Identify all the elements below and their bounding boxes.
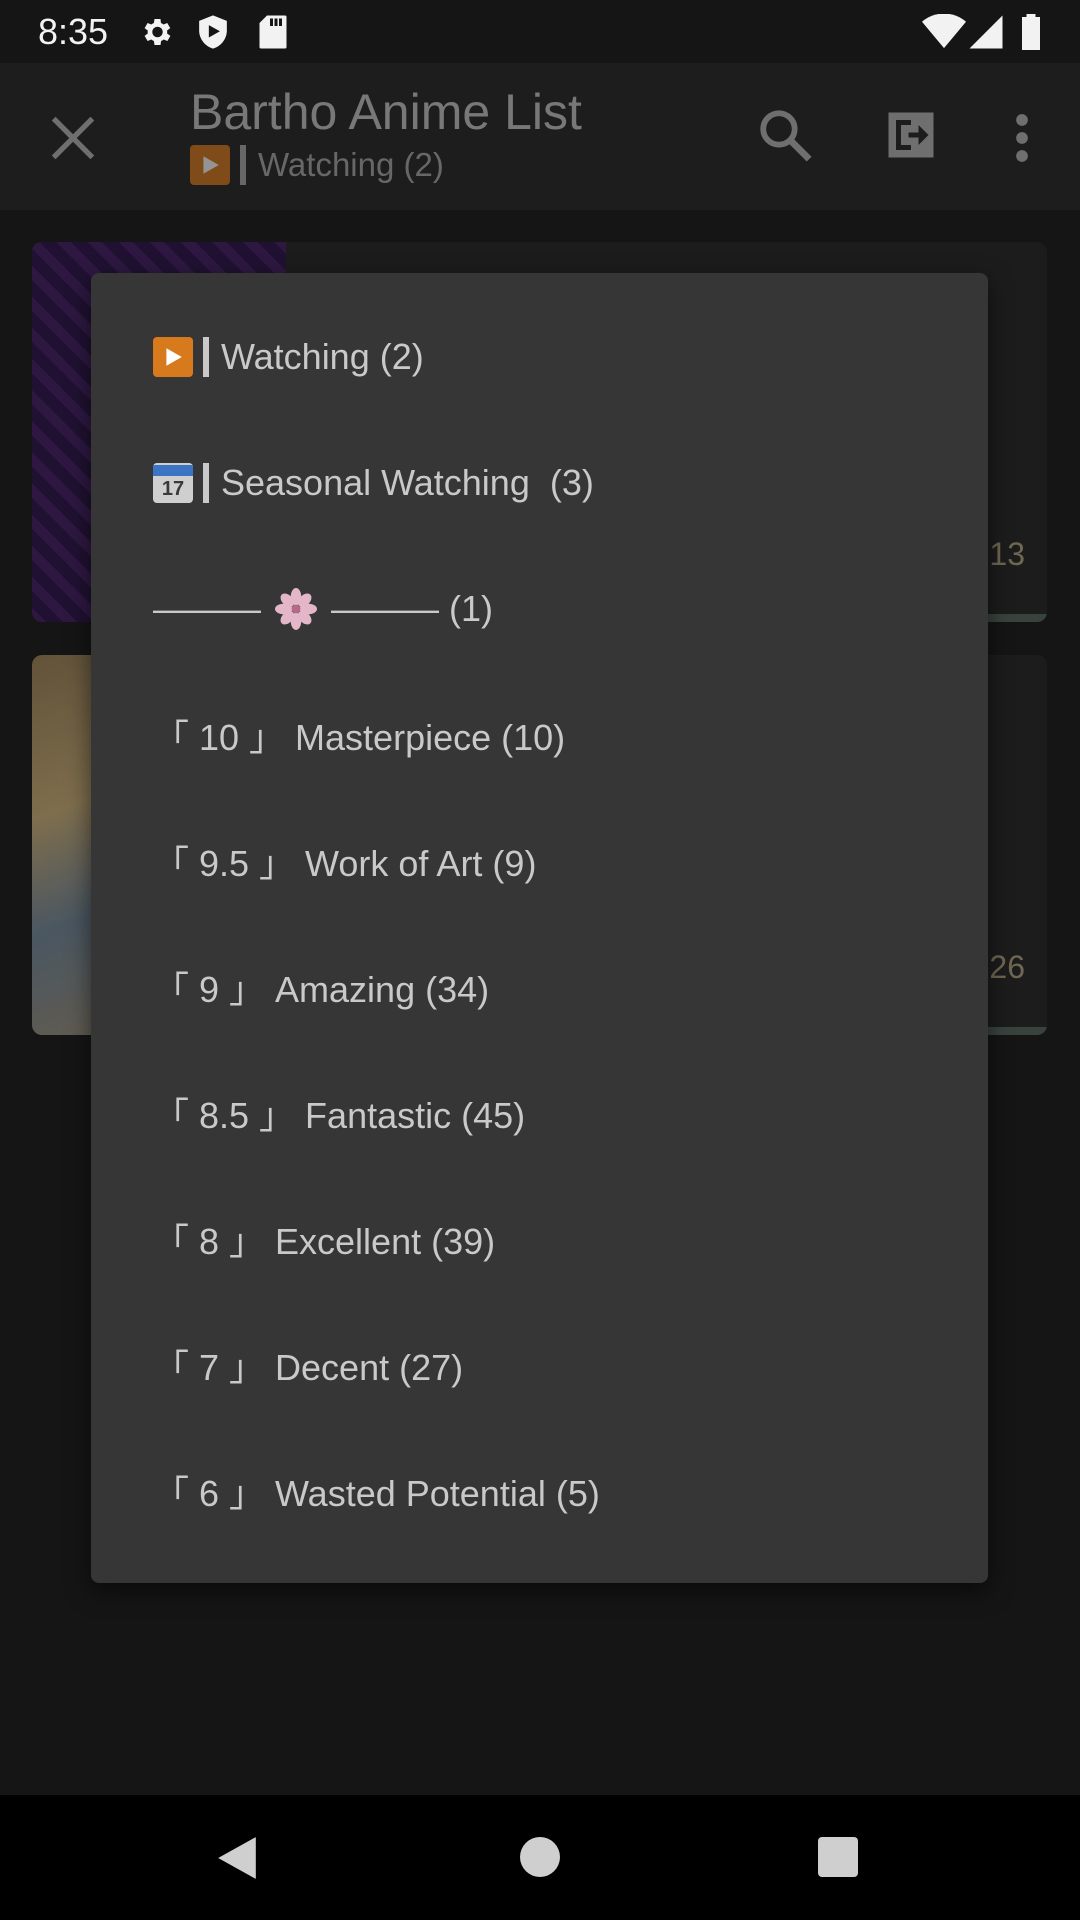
menu-item-label: 「 7 」 Decent (27) <box>153 1347 464 1388</box>
gear-icon <box>138 14 174 55</box>
wifi-icon <box>922 13 966 55</box>
sd-card-icon <box>258 14 288 55</box>
menu-item-label: 「 8 」 Excellent (39) <box>153 1221 496 1262</box>
menu-item-label: 「 8.5 」 Fantastic (45) <box>153 1095 526 1136</box>
menu-item-label: 「 10 」 Masterpiece (10) <box>153 717 566 758</box>
menu-item-watching[interactable]: Watching (2) <box>91 294 988 420</box>
calendar-icon: 17 <box>153 463 193 503</box>
menu-item-label: 「 9 」 Amazing (34) <box>153 969 490 1010</box>
menu-item-masterpiece[interactable]: 「 10 」 Masterpiece (10) <box>91 672 988 798</box>
menu-item-label-right: ——— (1) <box>331 588 493 629</box>
back-icon[interactable] <box>216 1835 258 1886</box>
flower-icon <box>275 588 317 630</box>
menu-item-divider-section[interactable]: ——— ——— (1) <box>91 546 988 672</box>
shield-icon <box>196 14 230 55</box>
menu-item-decent[interactable]: 「 7 」 Decent (27) <box>91 1302 988 1428</box>
status-bar: 8:35 <box>0 0 1080 63</box>
menu-item-label: 「 6 」 Wasted Potential (5) <box>153 1473 600 1514</box>
screen: 8:35 Bartho Anime List Watching (2) 13 2… <box>0 0 1080 1920</box>
status-time: 8:35 <box>38 11 109 52</box>
menu-item-label: 「 9.5 」 Work of Art (9) <box>153 843 537 884</box>
menu-item-wasted-potential[interactable]: 「 6 」 Wasted Potential (5) <box>91 1428 988 1554</box>
cell-signal-icon <box>968 14 1004 55</box>
menu-item-label-left: ——— <box>153 588 261 629</box>
menu-item-seasonal-watching[interactable]: 17 Seasonal Watching (3) <box>91 420 988 546</box>
menu-item-excellent[interactable]: 「 8 」 Excellent (39) <box>91 1176 988 1302</box>
navigation-bar <box>0 1795 1080 1920</box>
separator-bar <box>203 463 209 503</box>
calendar-day: 17 <box>161 477 185 500</box>
battery-icon <box>1020 14 1042 55</box>
list-dropdown-menu: Watching (2) 17 Seasonal Watching (3) ——… <box>91 273 988 1583</box>
menu-item-amazing[interactable]: 「 9 」 Amazing (34) <box>91 924 988 1050</box>
recents-icon[interactable] <box>818 1837 858 1882</box>
play-button-icon <box>153 337 193 377</box>
home-icon[interactable] <box>520 1837 560 1882</box>
menu-item-fantastic[interactable]: 「 8.5 」 Fantastic (45) <box>91 1050 988 1176</box>
menu-item-label: Seasonal Watching (3) <box>221 462 594 503</box>
menu-item-work-of-art[interactable]: 「 9.5 」 Work of Art (9) <box>91 798 988 924</box>
menu-item-label: Watching (2) <box>221 336 424 377</box>
separator-bar <box>203 337 209 377</box>
